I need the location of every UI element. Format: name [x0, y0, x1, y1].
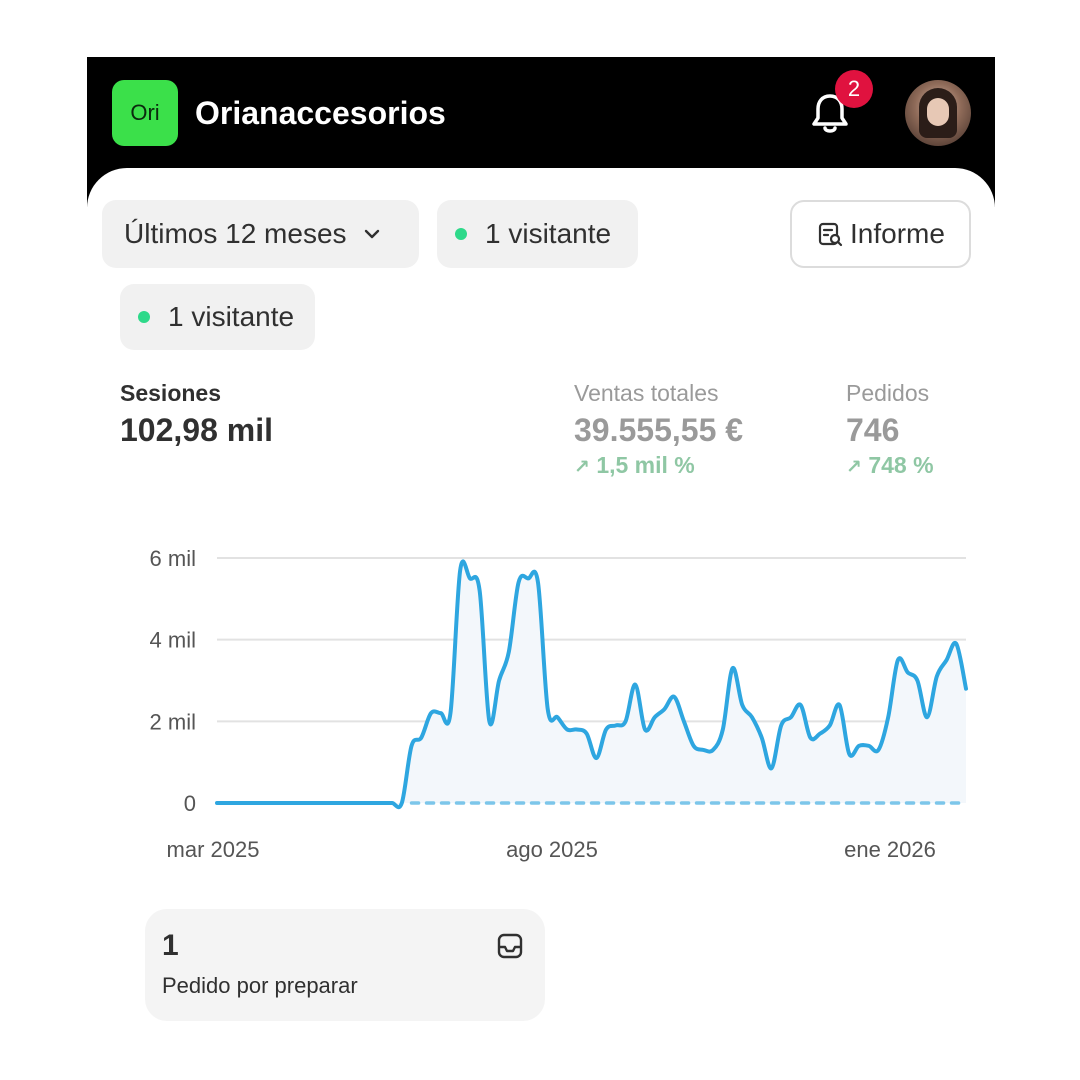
orders-to-prepare-count: 1	[162, 929, 179, 962]
live-dot-icon	[455, 228, 467, 240]
store-logo[interactable]: Ori	[112, 80, 178, 146]
sessions-label[interactable]: Sesiones	[120, 379, 221, 407]
orders-to-prepare-label: Pedido por preparar	[162, 973, 358, 998]
series-area	[217, 561, 966, 808]
x-tick-label: ene 2026	[844, 837, 936, 862]
arrow-up-right-icon: ↗	[846, 457, 862, 478]
y-tick-label: 6 mil	[150, 546, 196, 571]
date-range-label: Últimos 12 meses	[124, 218, 347, 249]
orders-to-prepare-card[interactable]: 1 Pedido por preparar	[145, 909, 545, 1021]
user-avatar[interactable]	[905, 80, 971, 146]
orders-label[interactable]: Pedidos	[846, 379, 929, 407]
sessions-value: 102,98 mil	[120, 412, 273, 448]
y-tick-label: 2 mil	[150, 709, 196, 734]
arrow-up-right-icon: ↗	[574, 457, 590, 478]
visitors-chip-secondary[interactable]: 1 visitante	[120, 284, 315, 350]
report-icon	[818, 222, 843, 247]
total-sales-delta: ↗ 1,5 mil %	[574, 451, 695, 482]
visitors-chip[interactable]: 1 visitante	[437, 200, 638, 268]
visitors-chip-secondary-label: 1 visitante	[168, 301, 295, 332]
x-tick-label: mar 2025	[167, 837, 260, 862]
orders-delta-value: 748 %	[868, 452, 934, 478]
report-button[interactable]: Informe	[790, 200, 971, 268]
inbox-icon	[497, 933, 523, 959]
live-dot-icon	[138, 311, 150, 323]
total-sales-value: 39.555,55 €	[574, 412, 744, 448]
total-sales-delta-value: 1,5 mil %	[596, 452, 695, 478]
orders-value: 746	[846, 412, 900, 448]
y-tick-label: 4 mil	[150, 628, 196, 653]
store-name[interactable]: Orianaccesorios	[195, 93, 446, 133]
x-tick-label: ago 2025	[506, 837, 598, 862]
total-sales-label[interactable]: Ventas totales	[574, 379, 719, 407]
avatar-face	[927, 98, 949, 126]
notification-badge: 2	[835, 70, 873, 108]
store-logo-text: Ori	[130, 100, 160, 125]
date-range-selector[interactable]: Últimos 12 meses	[102, 200, 419, 268]
visitors-chip-label: 1 visitante	[485, 218, 612, 249]
report-button-label: Informe	[850, 218, 945, 249]
chevron-down-icon	[364, 229, 379, 239]
orders-delta: ↗ 748 %	[846, 451, 934, 482]
y-tick-label: 0	[184, 791, 196, 816]
sessions-chart[interactable]: 0 2 mil 4 mil 6 mil mar 2025 ago 2025 ene 2026	[130, 540, 980, 870]
